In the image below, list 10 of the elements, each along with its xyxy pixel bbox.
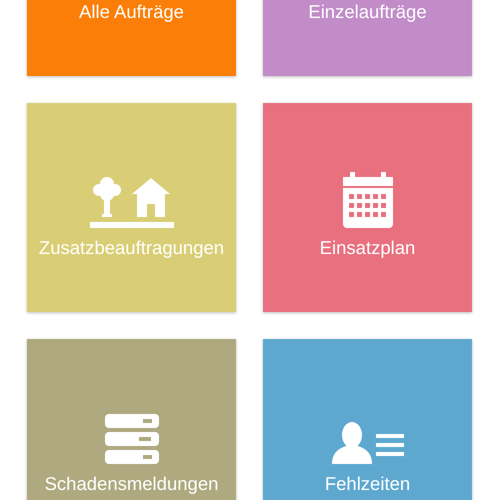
calendar-icon (342, 172, 392, 228)
menu-tile[interactable]: Alle Aufträge (27, 0, 236, 76)
server-icon (104, 414, 158, 464)
tree-and-house-icon (90, 176, 174, 228)
person-list-icon (332, 422, 404, 464)
menu-tile[interactable]: Schadensmeldungen (27, 339, 236, 500)
menu-tile[interactable]: Zusatzbeauftragungen (27, 103, 236, 312)
menu-tile[interactable]: Einsatzplan (263, 103, 472, 312)
menu-tile[interactable]: Fehlzeiten (263, 339, 472, 500)
menu-tile[interactable]: Einzelaufträge (263, 0, 472, 76)
